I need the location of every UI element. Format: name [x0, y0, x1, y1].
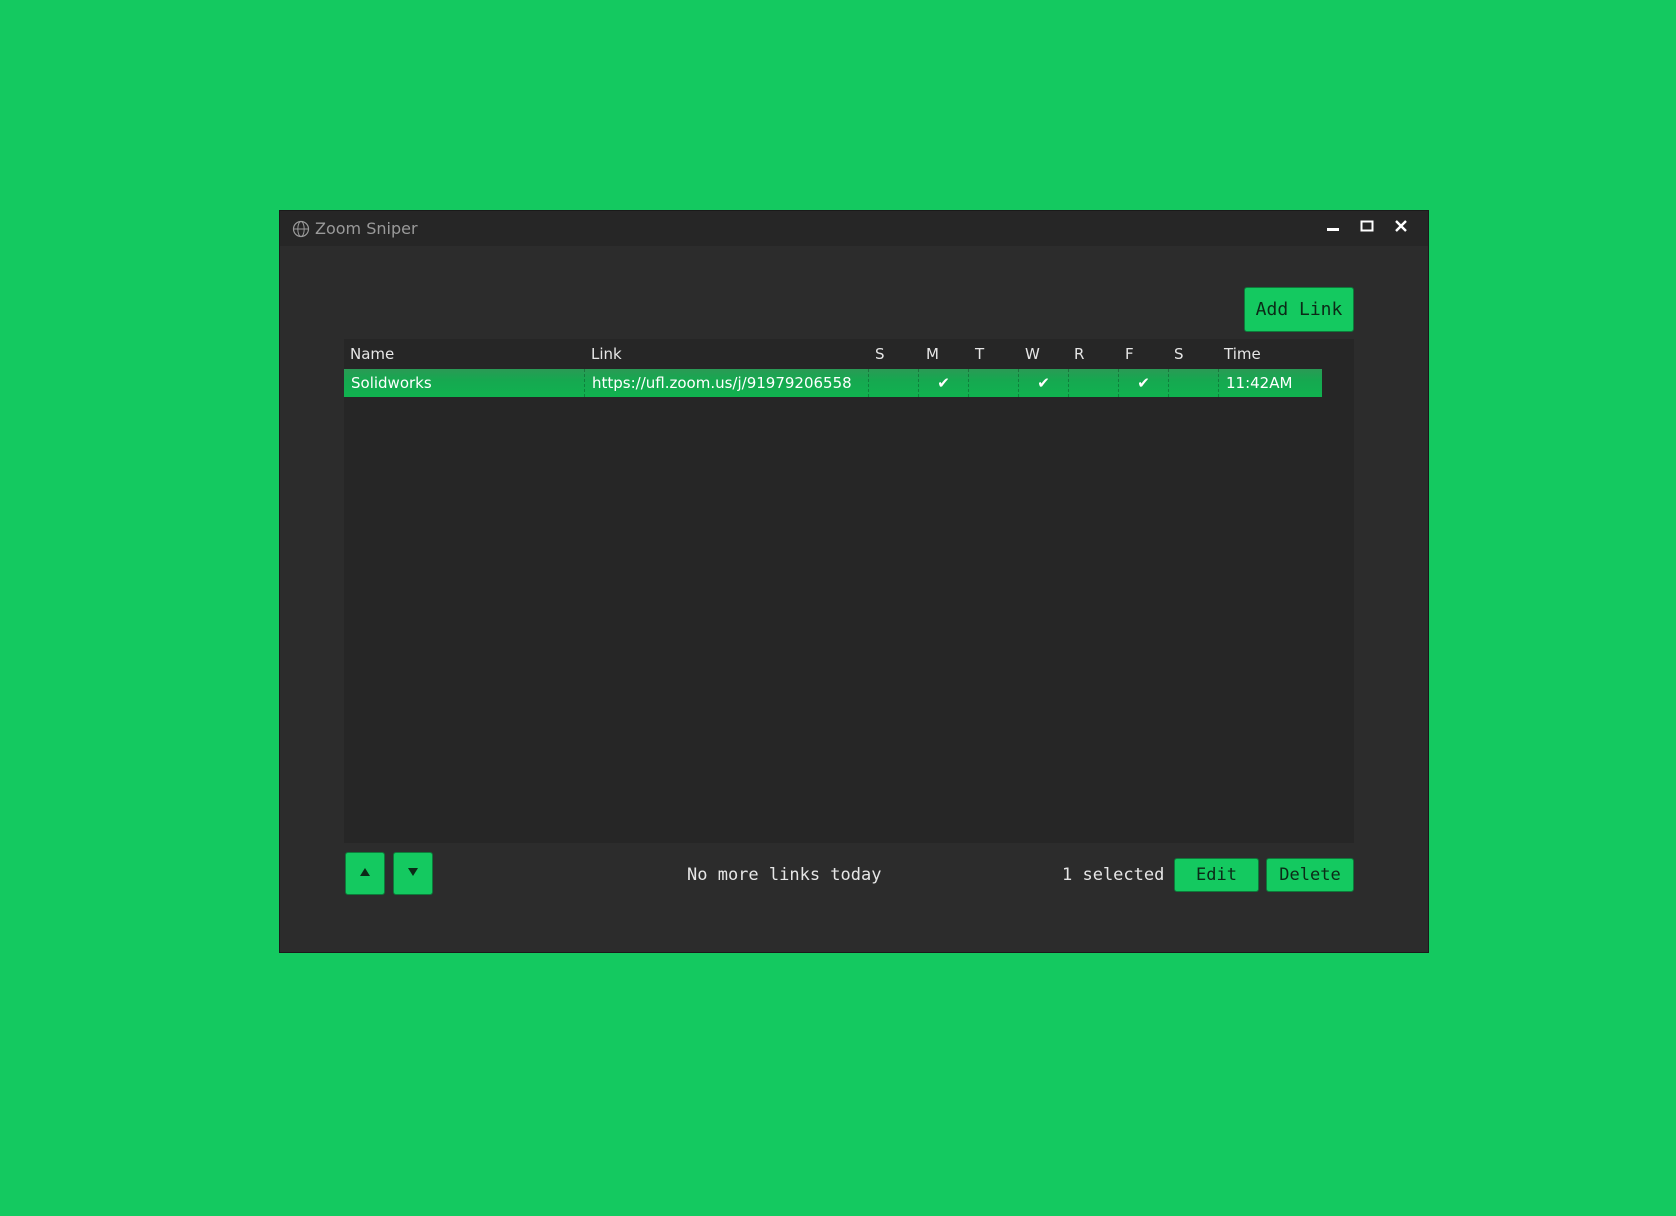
window-title: Zoom Sniper [315, 219, 418, 238]
links-table: Name Link S M T W R F S Time Solidworks … [344, 339, 1354, 843]
column-header-tuesday[interactable]: T [975, 345, 984, 363]
table-row[interactable]: Solidworks https://ufl.zoom.us/j/9197920… [344, 369, 1322, 397]
maximize-button[interactable] [1350, 211, 1384, 246]
add-link-button[interactable]: Add Link [1244, 287, 1354, 332]
globe-icon [292, 220, 310, 238]
column-header-thursday[interactable]: R [1074, 345, 1084, 363]
column-header-sunday[interactable]: S [875, 345, 885, 363]
minimize-button[interactable] [1316, 211, 1350, 246]
column-header-name[interactable]: Name [350, 345, 394, 363]
column-header-saturday[interactable]: S [1174, 345, 1184, 363]
cell-tuesday [969, 369, 1019, 397]
window-controls [1316, 211, 1418, 246]
app-window: Zoom Sniper Add Link Name Link S M T W R… [279, 210, 1429, 953]
cell-time: 11:42AM [1226, 374, 1293, 392]
cell-name: Solidworks [344, 369, 585, 397]
minimize-icon [1326, 219, 1340, 238]
delete-button[interactable]: Delete [1266, 858, 1354, 892]
cell-friday: ✔ [1119, 369, 1169, 397]
column-header-link[interactable]: Link [591, 345, 622, 363]
title-bar[interactable]: Zoom Sniper [280, 211, 1428, 246]
down-arrow-icon [407, 866, 419, 881]
move-down-button[interactable] [393, 852, 433, 895]
edit-button[interactable]: Edit [1174, 858, 1259, 892]
column-header-time[interactable]: Time [1224, 345, 1261, 363]
cell-saturday [1169, 369, 1219, 397]
cell-link: https://ufl.zoom.us/j/91979206558 [585, 369, 869, 397]
cell-sunday [869, 369, 919, 397]
status-text: No more links today [687, 865, 882, 885]
column-header-wednesday[interactable]: W [1025, 345, 1040, 363]
column-header-monday[interactable]: M [926, 345, 939, 363]
up-arrow-icon [359, 866, 371, 881]
close-button[interactable] [1384, 211, 1418, 246]
table-header: Name Link S M T W R F S Time [344, 339, 1354, 369]
maximize-icon [1360, 219, 1374, 238]
selection-count: 1 selected [1062, 865, 1165, 885]
close-icon [1394, 219, 1408, 238]
move-up-button[interactable] [345, 852, 385, 895]
column-header-friday[interactable]: F [1125, 345, 1134, 363]
cell-monday: ✔ [919, 369, 969, 397]
cell-wednesday: ✔ [1019, 369, 1069, 397]
cell-thursday [1069, 369, 1119, 397]
